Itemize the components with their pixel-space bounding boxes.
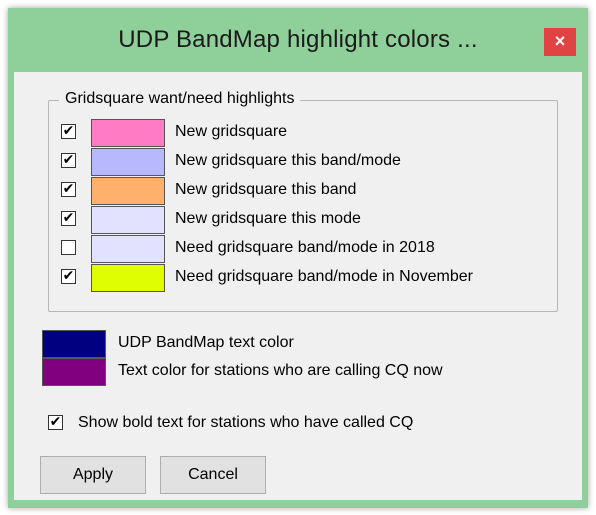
checkbox-new-gridsquare[interactable]: ✔: [61, 124, 76, 139]
highlight-row-2018: Need gridsquare band/mode in 2018: [59, 235, 549, 263]
color-swatch-november[interactable]: [91, 264, 165, 292]
color-swatch-mode[interactable]: [91, 206, 165, 234]
color-swatch-2018[interactable]: [91, 235, 165, 263]
window-title: UDP BandMap highlight colors ...: [118, 26, 478, 53]
checkbox-band[interactable]: ✔: [61, 182, 76, 197]
text-color-swatch[interactable]: [42, 330, 106, 358]
color-swatch-new-gridsquare[interactable]: [91, 119, 165, 147]
label-band: New gridsquare this band: [175, 181, 357, 198]
bold-cq-label: Show bold text for stations who have cal…: [78, 414, 414, 431]
dialog-client-area: Gridsquare want/need highlights ✔ New gr…: [14, 72, 582, 500]
checkbox-bold-cq[interactable]: ✔: [48, 415, 63, 430]
label-new-gridsquare: New gridsquare: [175, 123, 288, 140]
checkbox-mode[interactable]: ✔: [61, 211, 76, 226]
highlight-row-band-mode: ✔ New gridsquare this band/mode: [59, 148, 549, 176]
highlight-row-mode: ✔ New gridsquare this mode: [59, 206, 549, 234]
checkbox-2018[interactable]: [61, 240, 76, 255]
text-color-label: UDP BandMap text color: [118, 334, 294, 351]
label-mode: New gridsquare this mode: [175, 210, 361, 227]
label-band-mode: New gridsquare this band/mode: [175, 152, 401, 169]
checkbox-november[interactable]: ✔: [61, 269, 76, 284]
cq-text-color-label: Text color for stations who are calling …: [118, 362, 443, 379]
highlight-row-band: ✔ New gridsquare this band: [59, 177, 549, 205]
cancel-button[interactable]: Cancel: [160, 456, 266, 494]
checkbox-band-mode[interactable]: ✔: [61, 153, 76, 168]
color-swatch-band[interactable]: [91, 177, 165, 205]
bold-cq-option: ✔ Show bold text for stations who have c…: [48, 412, 568, 434]
color-swatch-band-mode[interactable]: [91, 148, 165, 176]
group-label: Gridsquare want/need highlights: [59, 90, 301, 108]
dialog-window: UDP BandMap highlight colors ... × Grids…: [8, 8, 588, 508]
gridsquare-highlights-group: Gridsquare want/need highlights ✔ New gr…: [48, 90, 558, 312]
apply-button[interactable]: Apply: [40, 456, 146, 494]
close-icon: ×: [554, 31, 566, 51]
close-button[interactable]: ×: [544, 28, 576, 56]
title-bar[interactable]: UDP BandMap highlight colors ... ×: [8, 8, 588, 72]
label-2018: Need gridsquare band/mode in 2018: [175, 239, 435, 256]
cq-text-color-swatch[interactable]: [42, 358, 106, 386]
highlight-row-new-gridsquare: ✔ New gridsquare: [59, 119, 549, 147]
label-november: Need gridsquare band/mode in November: [175, 268, 473, 285]
highlight-row-november: ✔ Need gridsquare band/mode in November: [59, 264, 549, 292]
